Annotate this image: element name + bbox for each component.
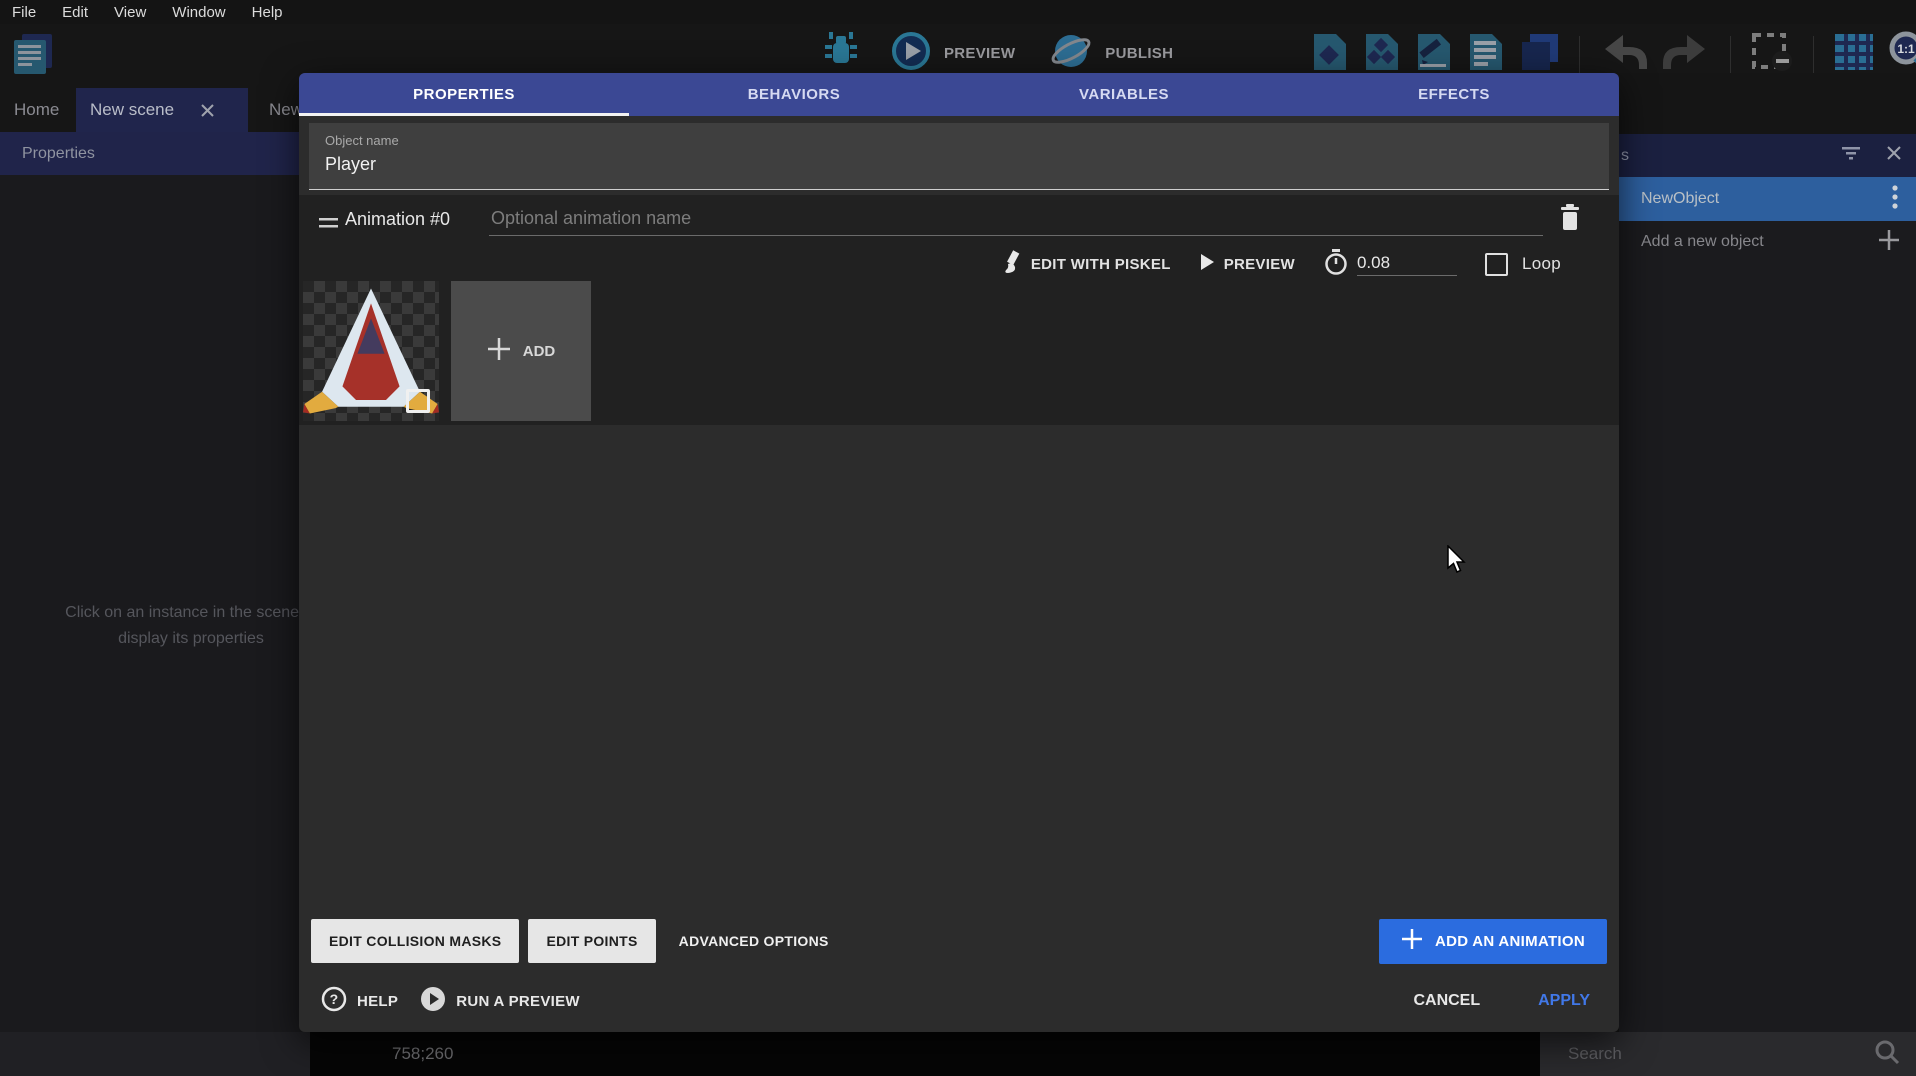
status-bar: 758;260 bbox=[310, 1032, 1540, 1076]
loop-checkbox[interactable] bbox=[1485, 253, 1508, 276]
tab-variables[interactable]: VARIABLES bbox=[959, 73, 1289, 116]
close-panel-icon[interactable] bbox=[1886, 145, 1902, 166]
menu-window[interactable]: Window bbox=[168, 4, 239, 21]
objects-list-icon[interactable] bbox=[1362, 32, 1402, 77]
menu-help[interactable]: Help bbox=[248, 4, 297, 21]
svg-text:1:1: 1:1 bbox=[1897, 42, 1915, 56]
frame-select-checkbox[interactable] bbox=[406, 389, 430, 413]
brush-icon bbox=[1000, 250, 1022, 278]
play-icon bbox=[1199, 253, 1215, 275]
add-an-animation-button[interactable]: ADD AN ANIMATION bbox=[1379, 919, 1607, 964]
menu-view[interactable]: View bbox=[110, 4, 160, 21]
edit-scene-icon[interactable] bbox=[1414, 32, 1454, 77]
apply-button[interactable]: APPLY bbox=[1538, 992, 1590, 1010]
toolbar-divider bbox=[1730, 36, 1731, 74]
object-name-field[interactable]: Object name Player bbox=[309, 123, 1609, 190]
zoom-one-to-one-icon[interactable]: 1:1 bbox=[1887, 30, 1916, 79]
search-icon bbox=[1874, 1039, 1900, 1070]
animation-name-input[interactable] bbox=[489, 201, 1543, 236]
loop-toggle[interactable]: Loop bbox=[1485, 253, 1561, 276]
search-input[interactable] bbox=[1566, 1043, 1874, 1065]
animation-panel: Animation #0 EDIT WITH PISKEL PREVIEW 0.… bbox=[299, 195, 1619, 425]
object-list-item-selected[interactable]: NewObject bbox=[1619, 177, 1916, 221]
menu-edit[interactable]: Edit bbox=[58, 4, 102, 21]
animation-toolbar: EDIT WITH PISKEL PREVIEW 0.08 Loop bbox=[299, 243, 1561, 285]
svg-text:?: ? bbox=[330, 991, 339, 1007]
plus-icon bbox=[487, 337, 511, 365]
dialog-action-row: EDIT COLLISION MASKS EDIT POINTS ADVANCE… bbox=[299, 918, 1619, 964]
properties-panel-header: Properties bbox=[0, 132, 310, 175]
plus-icon bbox=[1401, 928, 1423, 954]
add-object-label: Add a new object bbox=[1641, 233, 1764, 251]
preview-play-icon[interactable] bbox=[890, 30, 932, 77]
object-editor-dialog: PROPERTIES BEHAVIORS VARIABLES EFFECTS O… bbox=[299, 73, 1619, 1032]
edit-with-piskel-button[interactable]: EDIT WITH PISKEL bbox=[1000, 250, 1171, 278]
frames-strip: ADD bbox=[303, 281, 591, 421]
active-tab-indicator bbox=[299, 113, 629, 116]
objects-panel-title-partial: s bbox=[1621, 147, 1629, 165]
publish-globe-icon[interactable] bbox=[1049, 30, 1093, 77]
menu-bar: File Edit View Window Help bbox=[0, 0, 1916, 24]
cursor-coordinates: 758;260 bbox=[392, 1044, 453, 1064]
left-properties-panel bbox=[0, 132, 310, 1032]
edit-collision-masks-button[interactable]: EDIT COLLISION MASKS bbox=[311, 919, 519, 963]
drag-handle-icon[interactable] bbox=[319, 217, 339, 235]
objects-panel-header: s bbox=[1619, 134, 1916, 177]
add-object-plus-icon[interactable] bbox=[1878, 229, 1900, 256]
objects-panel-body bbox=[1619, 263, 1916, 1032]
tab-properties[interactable]: PROPERTIES bbox=[299, 73, 629, 116]
events-sheet-icon[interactable] bbox=[1466, 32, 1506, 77]
tab-home[interactable]: Home bbox=[0, 88, 73, 132]
right-panel-top bbox=[1619, 73, 1916, 134]
toolbar-right-group: 1:1 bbox=[1310, 30, 1916, 79]
undo-icon[interactable] bbox=[1599, 31, 1649, 78]
advanced-options-button[interactable]: ADVANCED OPTIONS bbox=[665, 933, 843, 949]
object-name-field-label: Object name bbox=[325, 133, 1593, 148]
sprite-frame-thumbnail[interactable] bbox=[303, 281, 439, 421]
status-bar-left bbox=[0, 1032, 310, 1076]
menu-file[interactable]: File bbox=[8, 4, 50, 21]
deselect-icon[interactable] bbox=[1750, 31, 1794, 78]
filter-icon[interactable] bbox=[1840, 145, 1862, 166]
tab-effects[interactable]: EFFECTS bbox=[1289, 73, 1619, 116]
layers-icon[interactable] bbox=[1518, 32, 1560, 77]
play-circle-icon bbox=[420, 986, 446, 1016]
object-name-label: NewObject bbox=[1641, 190, 1719, 208]
help-button[interactable]: ? HELP bbox=[321, 986, 398, 1016]
toolbar-divider bbox=[1813, 36, 1814, 74]
toolbar-center-group: PREVIEW PUBLISH bbox=[822, 30, 1173, 77]
debug-icon[interactable] bbox=[822, 30, 860, 77]
object-menu-icon[interactable] bbox=[1892, 185, 1898, 214]
tab-new-scene[interactable]: New scene bbox=[76, 88, 248, 132]
stopwatch-icon bbox=[1323, 248, 1349, 281]
grid-icon[interactable] bbox=[1833, 32, 1875, 77]
add-frame-button[interactable]: ADD bbox=[451, 281, 591, 421]
object-name-field-value: Player bbox=[325, 154, 1593, 175]
preview-animation-button[interactable]: PREVIEW bbox=[1199, 253, 1295, 275]
delete-animation-icon[interactable] bbox=[1553, 201, 1587, 235]
publish-label[interactable]: PUBLISH bbox=[1105, 45, 1173, 62]
run-a-preview-button[interactable]: RUN A PREVIEW bbox=[420, 986, 580, 1016]
dialog-footer: ? HELP RUN A PREVIEW CANCEL APPLY bbox=[299, 981, 1619, 1021]
toolbar-divider bbox=[1579, 36, 1580, 74]
time-between-frames-value[interactable]: 0.08 bbox=[1357, 253, 1457, 276]
project-manager-icon[interactable] bbox=[10, 32, 56, 81]
add-new-object-row[interactable]: Add a new object bbox=[1619, 221, 1916, 263]
edit-points-button[interactable]: EDIT POINTS bbox=[528, 919, 655, 963]
preview-label[interactable]: PREVIEW bbox=[944, 45, 1015, 62]
tab-behaviors[interactable]: BEHAVIORS bbox=[629, 73, 959, 116]
dialog-tab-bar: PROPERTIES BEHAVIORS VARIABLES EFFECTS bbox=[299, 73, 1619, 116]
time-between-frames-field[interactable]: 0.08 bbox=[1323, 248, 1457, 281]
cancel-button[interactable]: CANCEL bbox=[1413, 992, 1480, 1010]
redo-icon[interactable] bbox=[1661, 31, 1711, 78]
help-icon: ? bbox=[321, 986, 347, 1016]
tab-close-icon[interactable] bbox=[200, 103, 215, 118]
scene-properties-icon[interactable] bbox=[1310, 32, 1350, 77]
object-search-bar bbox=[1540, 1032, 1916, 1076]
animation-title: Animation #0 bbox=[345, 209, 450, 230]
